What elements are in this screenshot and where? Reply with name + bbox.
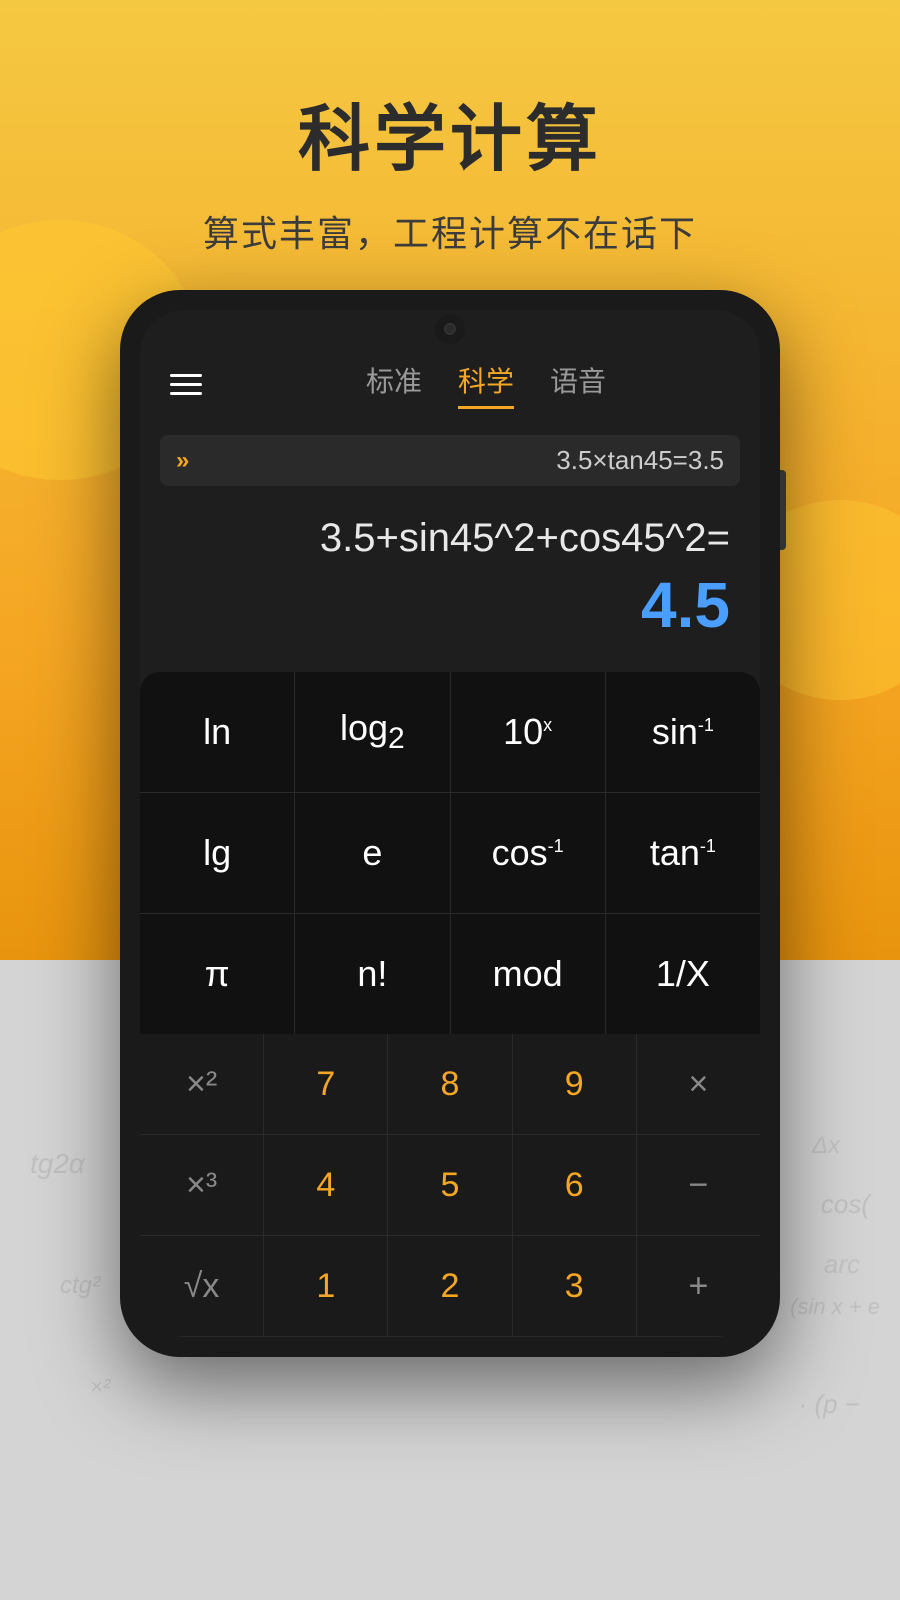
key-10x[interactable]: 10x xyxy=(451,672,606,792)
header-section: 科学计算 算式丰富，工程计算不在话下 xyxy=(0,0,900,257)
key-reciprocal[interactable]: 1/X xyxy=(606,914,760,1034)
subtitle: 算式丰富，工程计算不在话下 xyxy=(0,205,900,257)
key-4-label: 4 xyxy=(316,1166,335,1205)
key-cos-inv-label: cos-1 xyxy=(492,832,564,874)
phone-notch xyxy=(435,314,465,344)
history-bar: » 3.5×tan45=3.5 xyxy=(160,435,740,486)
power-button xyxy=(780,470,786,550)
phone-mockup: 标准 科学 语音 » 3.5×tan45=3.5 3.5+sin45^2+cos… xyxy=(120,290,780,1357)
sci-row-3: π n! mod 1/X xyxy=(140,914,760,1034)
sci-row-2: lg e cos-1 tan-1 xyxy=(140,793,760,914)
key-9[interactable]: 9 xyxy=(513,1034,637,1134)
key-1-label: 1 xyxy=(316,1267,335,1306)
key-5[interactable]: 5 xyxy=(388,1135,512,1235)
key-3-label: 3 xyxy=(565,1267,584,1306)
key-cos-inv[interactable]: cos-1 xyxy=(451,793,606,913)
key-multiply-label: × xyxy=(688,1065,708,1104)
key-e[interactable]: e xyxy=(295,793,450,913)
key-sin-inv-label: sin-1 xyxy=(652,711,714,753)
display-area: » 3.5×tan45=3.5 3.5+sin45^2+cos45^2= 4.5 xyxy=(140,425,760,672)
key-multiply[interactable]: × xyxy=(637,1034,760,1134)
menu-line-3 xyxy=(170,392,202,395)
phone-screen: 标准 科学 语音 » 3.5×tan45=3.5 3.5+sin45^2+cos… xyxy=(140,310,760,1337)
key-5-label: 5 xyxy=(441,1166,460,1205)
key-cube[interactable]: ×³ xyxy=(140,1135,264,1235)
key-factorial-label: n! xyxy=(357,953,387,995)
key-ln-label: ln xyxy=(203,711,231,753)
key-7-label: 7 xyxy=(316,1065,335,1104)
key-sq[interactable]: ×² xyxy=(140,1034,264,1134)
chevron-icon: » xyxy=(176,447,189,475)
phone-frame: 标准 科学 语音 » 3.5×tan45=3.5 3.5+sin45^2+cos… xyxy=(120,290,780,1357)
num-row-1: ×² 7 8 9 × xyxy=(140,1034,760,1135)
key-e-label: e xyxy=(362,832,382,874)
tab-scientific[interactable]: 科学 xyxy=(458,360,514,409)
main-title: 科学计算 xyxy=(0,80,900,185)
key-10x-label: 10x xyxy=(503,711,552,753)
key-9-label: 9 xyxy=(565,1065,584,1104)
menu-line-1 xyxy=(170,374,202,377)
sci-keypad: ln log2 10x sin-1 lg xyxy=(140,672,760,1034)
key-log2[interactable]: log2 xyxy=(295,672,450,792)
num-pad: ×² 7 8 9 × xyxy=(140,1034,760,1337)
key-log2-label: log2 xyxy=(340,707,405,756)
num-row-2: ×³ 4 5 6 − xyxy=(140,1135,760,1236)
key-2[interactable]: 2 xyxy=(388,1236,512,1336)
key-lg-label: lg xyxy=(203,832,231,874)
key-sqrt[interactable]: √x xyxy=(140,1236,264,1336)
key-ln[interactable]: ln xyxy=(140,672,295,792)
key-2-label: 2 xyxy=(441,1267,460,1306)
key-cube-label: ×³ xyxy=(186,1166,217,1205)
key-pi-label: π xyxy=(205,953,230,995)
key-8[interactable]: 8 xyxy=(388,1034,512,1134)
key-reciprocal-label: 1/X xyxy=(656,953,710,995)
key-4[interactable]: 4 xyxy=(264,1135,388,1235)
key-6[interactable]: 6 xyxy=(513,1135,637,1235)
key-sin-inv[interactable]: sin-1 xyxy=(606,672,760,792)
key-subtract-label: − xyxy=(688,1166,708,1205)
key-mod[interactable]: mod xyxy=(451,914,606,1034)
key-sq-label: ×² xyxy=(186,1065,217,1104)
key-6-label: 6 xyxy=(565,1166,584,1205)
history-text: 3.5×tan45=3.5 xyxy=(199,445,724,476)
num-row-3: √x 1 2 3 + xyxy=(140,1236,760,1337)
key-sqrt-label: √x xyxy=(184,1267,220,1306)
menu-line-2 xyxy=(170,383,202,386)
expression-display: 3.5+sin45^2+cos45^2= xyxy=(160,502,740,568)
key-factorial[interactable]: n! xyxy=(295,914,450,1034)
tab-standard[interactable]: 标准 xyxy=(366,360,422,409)
camera-dot xyxy=(444,323,456,335)
key-lg[interactable]: lg xyxy=(140,793,295,913)
key-7[interactable]: 7 xyxy=(264,1034,388,1134)
tab-list: 标准 科学 语音 xyxy=(242,360,730,409)
key-add-label: + xyxy=(688,1267,708,1306)
key-3[interactable]: 3 xyxy=(513,1236,637,1336)
key-tan-inv[interactable]: tan-1 xyxy=(606,793,760,913)
key-1[interactable]: 1 xyxy=(264,1236,388,1336)
key-8-label: 8 xyxy=(441,1065,460,1104)
key-subtract[interactable]: − xyxy=(637,1135,760,1235)
sci-row-1: ln log2 10x sin-1 xyxy=(140,672,760,793)
key-mod-label: mod xyxy=(493,953,563,995)
result-display: 4.5 xyxy=(160,568,740,652)
menu-button[interactable] xyxy=(170,374,202,395)
key-add[interactable]: + xyxy=(637,1236,760,1336)
key-tan-inv-label: tan-1 xyxy=(650,832,716,874)
key-pi[interactable]: π xyxy=(140,914,295,1034)
tab-voice[interactable]: 语音 xyxy=(550,360,606,409)
